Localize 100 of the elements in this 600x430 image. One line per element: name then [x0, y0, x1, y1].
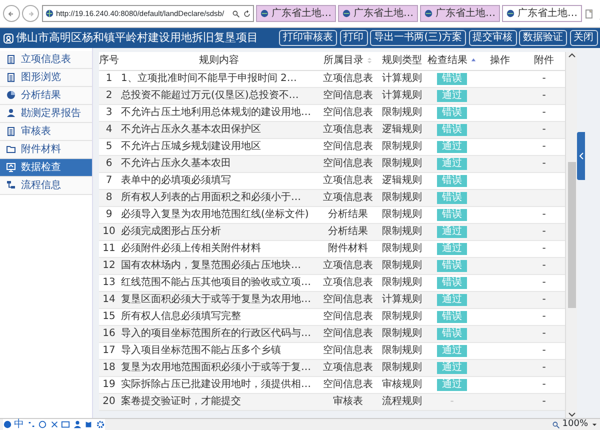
table-cell: 限制规则: [382, 260, 422, 270]
table-cell: 限制规则: [382, 328, 422, 338]
table-cell: 立项信息表: [323, 192, 373, 202]
table-cell: 空间信息表: [323, 328, 373, 338]
table-cell: 分析结果: [328, 226, 368, 236]
globe-icon: [342, 9, 351, 18]
row-number: 7: [106, 174, 112, 186]
folder-icon: [6, 144, 16, 154]
table-cell: -: [542, 260, 546, 270]
result-badge: 通过: [437, 242, 467, 254]
table-cell: 空间信息表: [323, 158, 373, 168]
result-badge: 错误: [437, 310, 467, 322]
back-button[interactable]: [2, 5, 20, 22]
sidebar-item[interactable]: 立项信息表: [0, 50, 92, 68]
table-cell: 立项信息表: [323, 362, 373, 372]
scroll-up-icon[interactable]: [568, 52, 576, 58]
header-button[interactable]: 提交审核: [468, 30, 516, 46]
browser-tab[interactable]: 广东省土地…: [502, 5, 582, 22]
globe-icon: [260, 9, 269, 18]
column-header: 附件: [534, 54, 554, 68]
rule-text: 1、立项批准时间不能早于申报时间 2…: [121, 72, 297, 84]
search-icon[interactable]: [232, 10, 240, 18]
table-cell: -: [542, 140, 546, 152]
ime-toolbar[interactable]: 中: [2, 419, 104, 430]
rule-text: 不允许占压土地利用总体规划的建设用地…: [121, 106, 311, 118]
header-button[interactable]: 导出一书两(三)方案: [370, 30, 466, 46]
table-cell: 立项信息表: [323, 276, 373, 288]
refresh-icon[interactable]: [242, 10, 250, 18]
table-cell: -: [542, 90, 546, 100]
sidebar-item[interactable]: 图形浏览: [0, 68, 92, 86]
result-badge: 通过: [437, 344, 467, 356]
result-badge: 通过: [437, 140, 467, 152]
rule-text: 案卷提交验证时，才能提交: [121, 396, 241, 406]
result-badge: 错误: [437, 328, 467, 340]
column-header: 规则类型: [382, 54, 422, 68]
result-badge: 通过: [437, 90, 467, 102]
circle-icon[interactable]: [38, 420, 47, 429]
back-arrow-icon: [6, 8, 16, 18]
table-cell: 计算规则: [382, 90, 422, 100]
browser-tab[interactable]: 广东省土地…: [420, 5, 500, 22]
scroll-down-icon[interactable]: [568, 412, 576, 418]
table-cell: -: [450, 396, 454, 406]
caret-icon: [590, 421, 598, 428]
sidebar-item[interactable]: 勘测定界报告: [0, 104, 92, 122]
sidebar-item[interactable]: 分析结果: [0, 86, 92, 104]
sidebar-item[interactable]: 审核表: [0, 122, 92, 140]
table-cell: 分析结果: [328, 208, 368, 220]
globe-icon: [506, 9, 515, 18]
row-number: 14: [102, 294, 116, 304]
column-header: 检查结果: [427, 54, 468, 68]
rule-text: 导入的项目坐标范围所在的行政区代码与…: [121, 328, 311, 338]
settings-icon[interactable]: [96, 420, 104, 429]
row-number: 5: [106, 140, 112, 152]
table-cell: 限制规则: [382, 226, 422, 236]
sidebar-item[interactable]: 数据检查: [0, 158, 92, 176]
keyboard-icon[interactable]: [61, 420, 70, 429]
table-cell: -: [542, 72, 546, 84]
row-number: 2: [106, 90, 112, 100]
table-cell: -: [542, 362, 546, 372]
header-button[interactable]: 打印审核表: [279, 30, 338, 46]
scrollbar[interactable]: [565, 52, 577, 418]
rule-text: 实际拆除占压已批建设用地时，须提供相…: [121, 378, 311, 390]
sidebar-item[interactable]: 附件材料: [0, 140, 92, 158]
clipboard-icon: [6, 126, 16, 136]
result-badge: 通过: [437, 378, 467, 390]
table-cell: -: [542, 242, 546, 254]
new-tab-icon[interactable]: [584, 8, 594, 18]
side-panel-tab[interactable]: [577, 132, 585, 180]
row-number: 15: [102, 310, 116, 322]
table-cell: -: [542, 208, 546, 220]
table-cell: 限制规则: [382, 344, 422, 356]
table-cell: 限制规则: [382, 242, 422, 254]
result-badge: 错误: [437, 106, 467, 118]
browser-tab[interactable]: 广东省土地…: [256, 5, 336, 22]
header-button[interactable]: 关闭: [570, 30, 598, 46]
row-number: 12: [102, 260, 116, 270]
row-number: 13: [102, 276, 116, 288]
person-icon: [6, 108, 16, 118]
ime-logo-icon[interactable]: [2, 420, 12, 429]
table-cell: 计算规则: [382, 72, 422, 84]
sidebar-item[interactable]: 流程信息: [0, 176, 92, 194]
result-badge: 通过: [437, 158, 467, 170]
table-cell: 计算规则: [382, 294, 422, 304]
result-badge: 通过: [437, 226, 467, 238]
row-number: 16: [102, 328, 116, 338]
table-cell: -: [542, 226, 546, 236]
row-number: 8: [106, 192, 112, 202]
table-cell: -: [542, 378, 546, 390]
table-cell: -: [542, 106, 546, 118]
header-button[interactable]: 数据验证: [519, 30, 567, 46]
browser-tab[interactable]: 广东省土地…: [338, 5, 418, 22]
row-number: 17: [102, 344, 116, 356]
table-cell: 立项信息表: [323, 260, 373, 270]
zoom-control[interactable]: 100%: [552, 418, 598, 430]
rule-text: 不允许占压永久基本农田保护区: [121, 124, 261, 134]
person-icon[interactable]: [72, 420, 82, 429]
magnifier-icon: [552, 420, 560, 428]
header-button[interactable]: 打印: [340, 30, 368, 46]
table-cell: -: [542, 396, 546, 406]
clipboard-icon: [6, 72, 16, 82]
